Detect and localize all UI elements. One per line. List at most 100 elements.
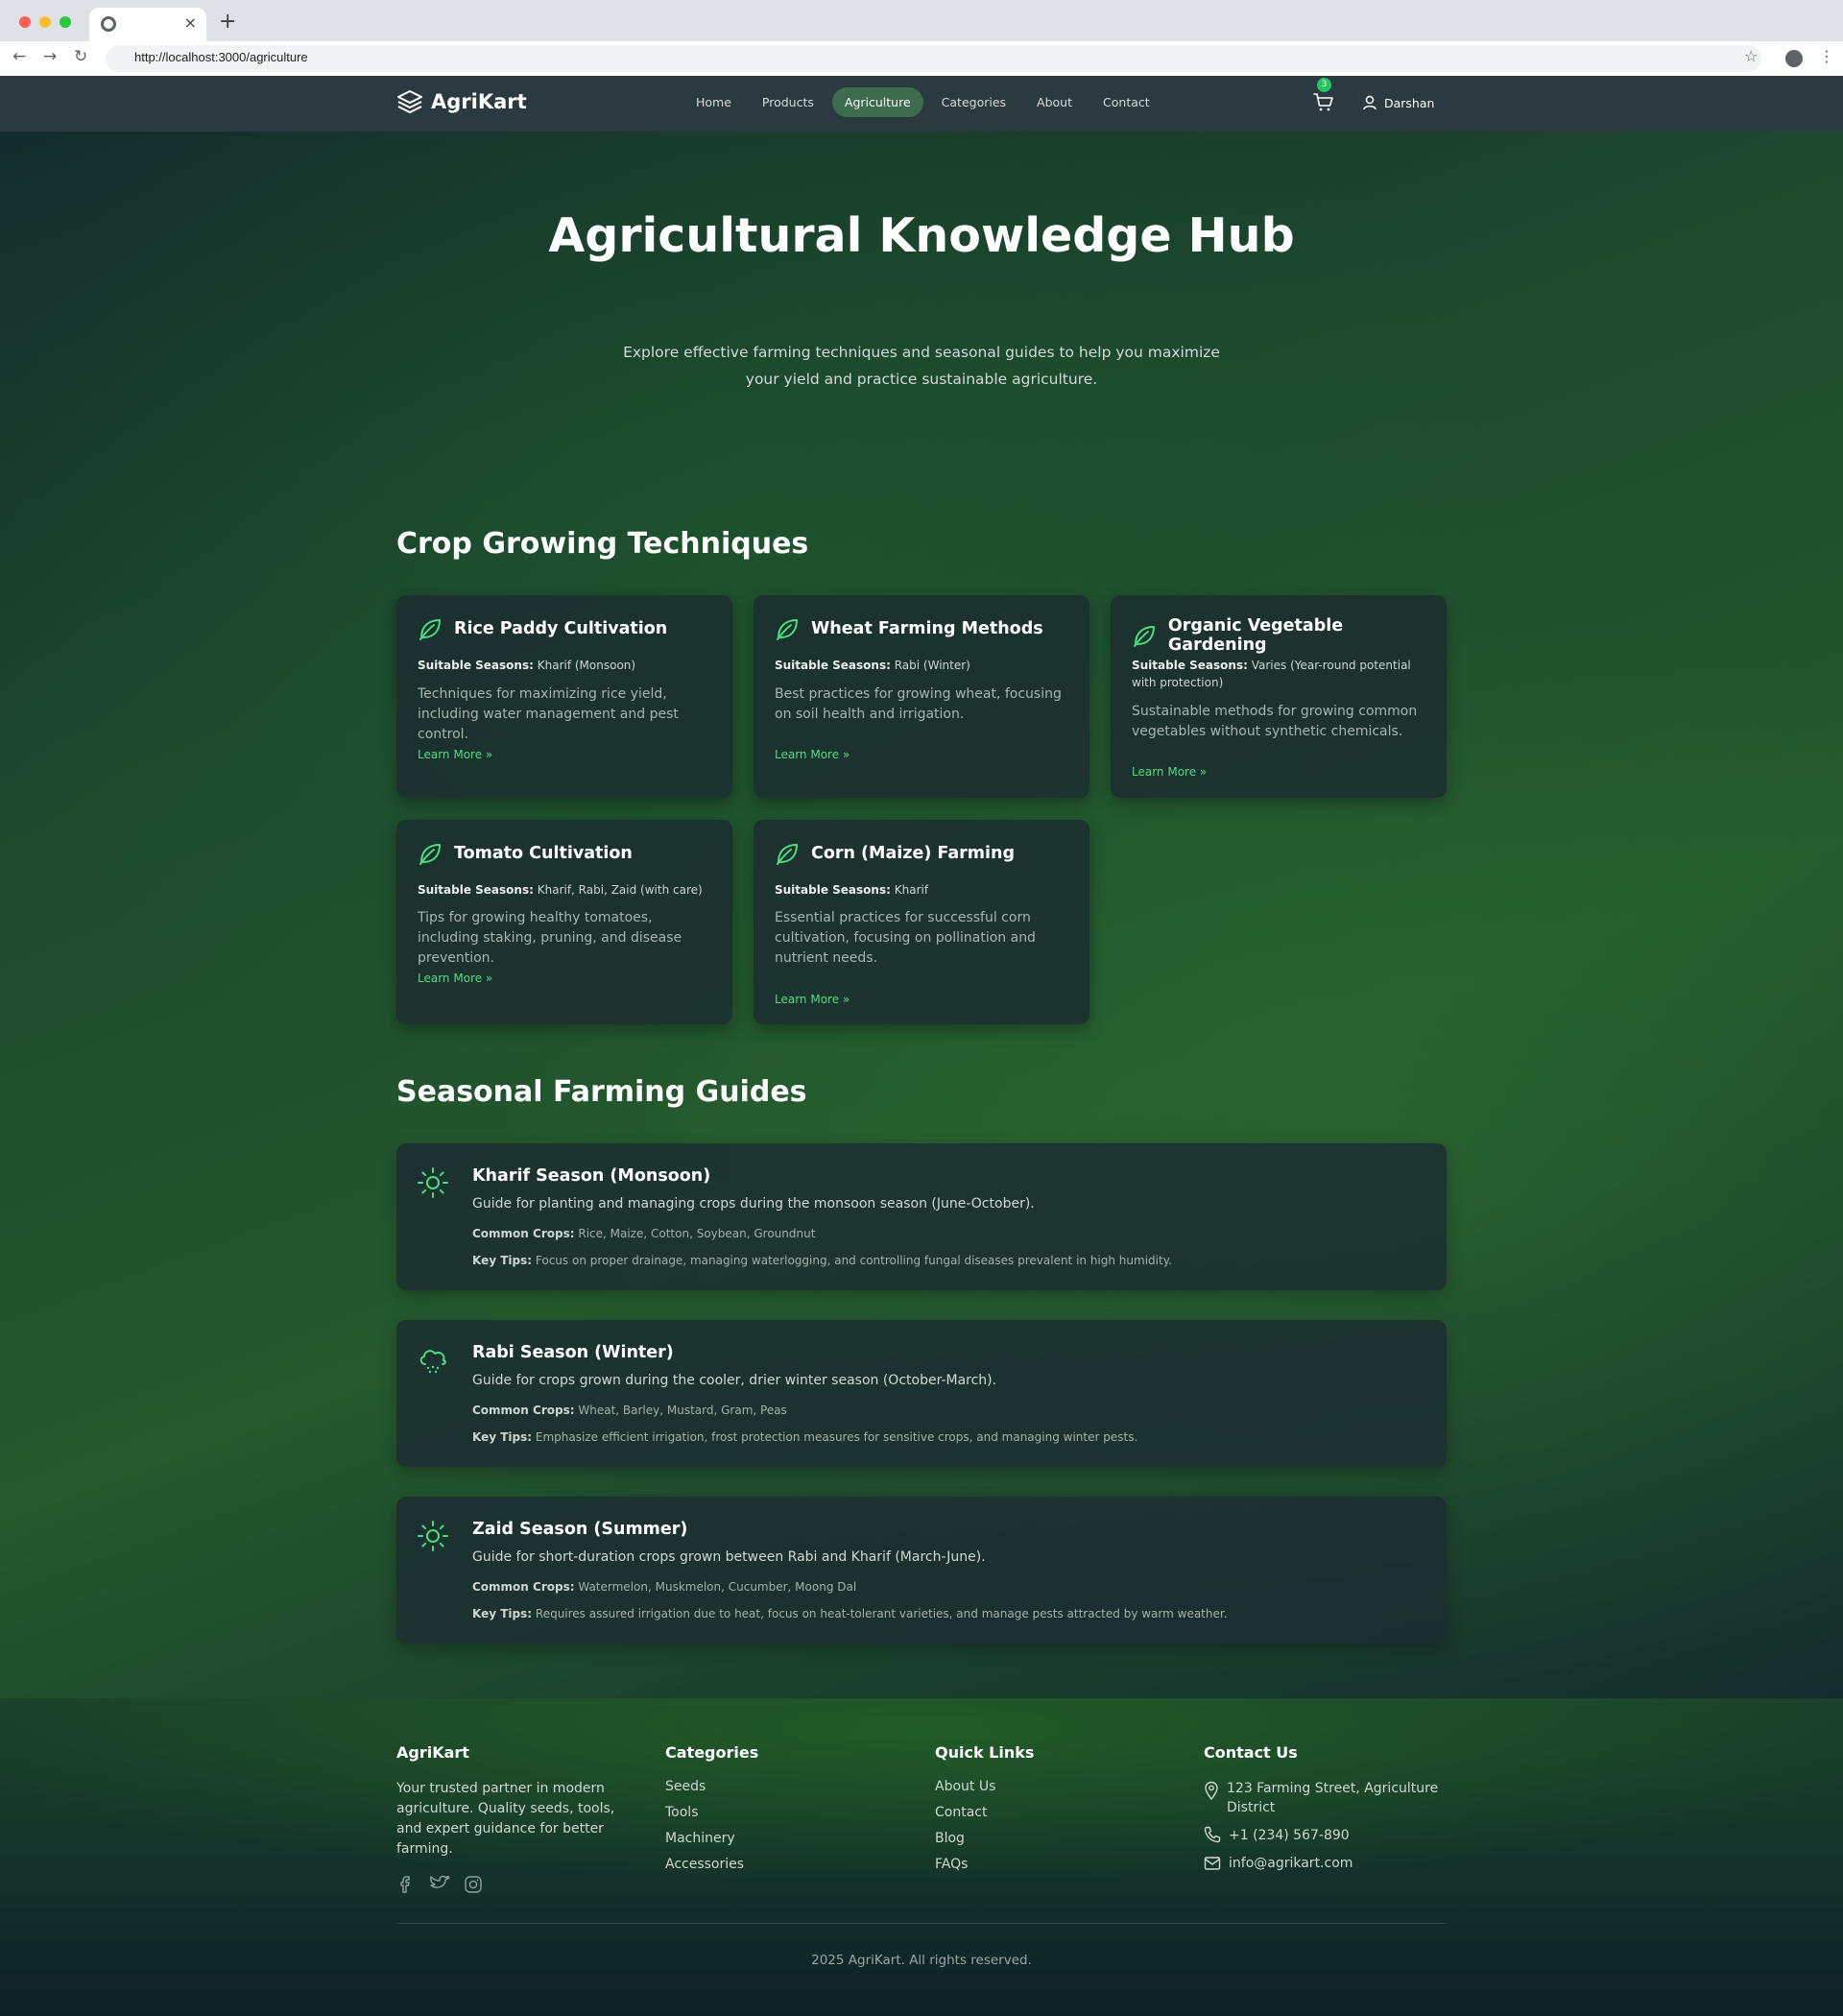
shopping-cart-icon [1313, 93, 1333, 111]
guide-key-tips: Key Tips: Focus on proper drainage, mana… [472, 1254, 1172, 1267]
learn-more-link[interactable]: Learn More » [418, 748, 492, 761]
nav-agriculture[interactable]: Agriculture [831, 87, 923, 117]
card-title: Tomato Cultivation [454, 844, 633, 863]
facebook-icon[interactable] [396, 1875, 416, 1894]
nav-contact[interactable]: Contact [1090, 87, 1162, 117]
layers-icon [397, 90, 422, 113]
phone-icon [1204, 1826, 1221, 1843]
reload-icon[interactable]: ↻ [74, 47, 87, 66]
card-seasons: Suitable Seasons: Kharif, Rabi, Zaid (wi… [418, 883, 703, 897]
guide-title: Zaid Season (Summer) [472, 1520, 688, 1539]
close-window-button[interactable] [19, 16, 31, 28]
menu-kebab-icon[interactable]: ⋮ [1819, 47, 1834, 65]
footer-link-blog[interactable]: Blog [935, 1831, 1034, 1846]
cart-count-badge: 3 [1317, 78, 1331, 92]
guide-description: Guide for crops grown during the cooler,… [472, 1373, 997, 1388]
maximize-window-button[interactable] [60, 16, 71, 28]
browser-tab[interactable]: × [89, 8, 206, 41]
footer-contact: Contact Us 123 Farming Street, Agricultu… [1204, 1743, 1444, 1882]
techniques-heading: Crop Growing Techniques [396, 527, 809, 561]
main-nav: Home Products Agriculture Categories Abo… [683, 87, 1168, 117]
guide-title: Rabi Season (Winter) [472, 1343, 674, 1362]
back-icon[interactable]: ← [12, 47, 26, 66]
footer-categories: Categories Seeds Tools Machinery Accesso… [665, 1743, 758, 1883]
leaf-icon [777, 619, 798, 640]
footer-about-text: Your trusted partner in modern agricultu… [396, 1781, 615, 1857]
card-description: Essential practices for successful corn … [775, 910, 1036, 966]
hero-subtitle: Explore effective farming techniques and… [623, 344, 1220, 388]
guides-heading: Seasonal Farming Guides [396, 1075, 807, 1109]
footer-brand: AgriKart [396, 1743, 469, 1762]
card-title: Wheat Farming Methods [811, 619, 1043, 638]
footer-link-seeds[interactable]: Seeds [665, 1779, 758, 1794]
learn-more-link[interactable]: Learn More » [418, 972, 492, 985]
footer-categories-heading: Categories [665, 1743, 759, 1762]
card-title: Organic Vegetable Gardening [1167, 616, 1344, 655]
brand-name: AgriKart [431, 90, 527, 113]
user-menu[interactable]: Darshan [1363, 95, 1434, 110]
footer-email[interactable]: info@agrikart.com [1204, 1854, 1444, 1873]
guide-common-crops: Common Crops: Rice, Maize, Cotton, Soybe… [472, 1227, 816, 1240]
mail-icon [1204, 1857, 1221, 1870]
footer-link-faqs[interactable]: FAQs [935, 1857, 1034, 1872]
sun-icon [418, 1521, 448, 1551]
footer-contact-heading: Contact Us [1204, 1743, 1298, 1762]
instagram-icon[interactable] [464, 1875, 483, 1894]
page: AgriKart Home Products Agriculture Categ… [0, 76, 1843, 2016]
technique-card: Corn (Maize) Farming Suitable Seasons: K… [754, 820, 1089, 1024]
nav-home[interactable]: Home [683, 87, 744, 117]
nav-about[interactable]: About [1024, 87, 1085, 117]
guide-key-tips: Key Tips: Requires assured irrigation du… [472, 1607, 1228, 1620]
chrome-favicon-icon [101, 16, 116, 32]
user-icon [1363, 95, 1376, 110]
card-description: Tips for growing healthy tomatoes, inclu… [418, 910, 682, 966]
new-tab-button[interactable]: + [219, 10, 236, 34]
footer-link-contact[interactable]: Contact [935, 1805, 1034, 1820]
twitter-icon[interactable] [429, 1875, 450, 1894]
guide-common-crops: Common Crops: Wheat, Barley, Mustard, Gr… [472, 1404, 787, 1417]
nav-categories[interactable]: Categories [929, 87, 1018, 117]
technique-card: Tomato Cultivation Suitable Seasons: Kha… [396, 820, 732, 1024]
tab-bar: × + [0, 0, 1843, 41]
season-guide-card: Rabi Season (Winter) Guide for crops gro… [396, 1320, 1447, 1467]
card-seasons: Suitable Seasons: Kharif (Monsoon) [418, 659, 636, 672]
footer-phone[interactable]: +1 (234) 567-890 [1204, 1826, 1444, 1845]
cart-button[interactable] [1313, 93, 1334, 116]
card-title: Rice Paddy Cultivation [454, 619, 668, 638]
learn-more-link[interactable]: Learn More » [1132, 765, 1207, 779]
learn-more-link[interactable]: Learn More » [775, 993, 850, 1006]
learn-more-link[interactable]: Learn More » [775, 748, 850, 761]
browser-toolbar: ← → ↻ http://localhost:3000/agriculture … [0, 41, 1843, 76]
footer-link-accessories[interactable]: Accessories [665, 1857, 758, 1872]
address-bar[interactable]: http://localhost:3000/agriculture [106, 45, 1761, 72]
map-pin-icon [1205, 1781, 1218, 1800]
footer-quick-links-heading: Quick Links [935, 1743, 1035, 1762]
nav-products[interactable]: Products [750, 87, 826, 117]
email-text: info@agrikart.com [1229, 1856, 1353, 1871]
close-tab-icon[interactable]: × [184, 13, 197, 32]
technique-card: Wheat Farming Methods Suitable Seasons: … [754, 595, 1089, 798]
copyright: 2025 AgriKart. All rights reserved. [811, 1953, 1032, 1968]
footer-link-tools[interactable]: Tools [665, 1805, 758, 1820]
card-description: Best practices for growing wheat, focusi… [775, 686, 1062, 722]
profile-icon[interactable] [1785, 50, 1803, 67]
forward-icon[interactable]: → [43, 47, 57, 66]
card-description: Sustainable methods for growing common v… [1132, 704, 1418, 739]
season-guide-card: Zaid Season (Summer) Guide for short-dur… [396, 1497, 1447, 1644]
leaf-icon [419, 619, 441, 640]
browser-chrome: × + ← → ↻ http://localhost:3000/agricult… [0, 0, 1843, 76]
minimize-window-button[interactable] [39, 16, 51, 28]
brand-logo[interactable]: AgriKart [396, 89, 527, 114]
card-seasons: Suitable Seasons: Varies (Year-round pot… [1132, 659, 1411, 689]
footer-link-about-us[interactable]: About Us [935, 1779, 1034, 1794]
card-seasons: Suitable Seasons: Kharif [775, 883, 929, 897]
site-footer: AgriKart Your trusted partner in modern … [0, 1698, 1843, 2016]
bookmark-star-icon[interactable]: ☆ [1744, 47, 1758, 65]
leaf-icon [419, 844, 441, 865]
cloud-drizzle-icon [419, 1350, 446, 1374]
card-description: Techniques for maximizing rice yield, in… [418, 686, 679, 742]
url-text: http://localhost:3000/agriculture [134, 50, 308, 64]
technique-card: Rice Paddy Cultivation Suitable Seasons:… [396, 595, 732, 798]
footer-link-machinery[interactable]: Machinery [665, 1831, 758, 1846]
sun-icon [418, 1167, 448, 1198]
